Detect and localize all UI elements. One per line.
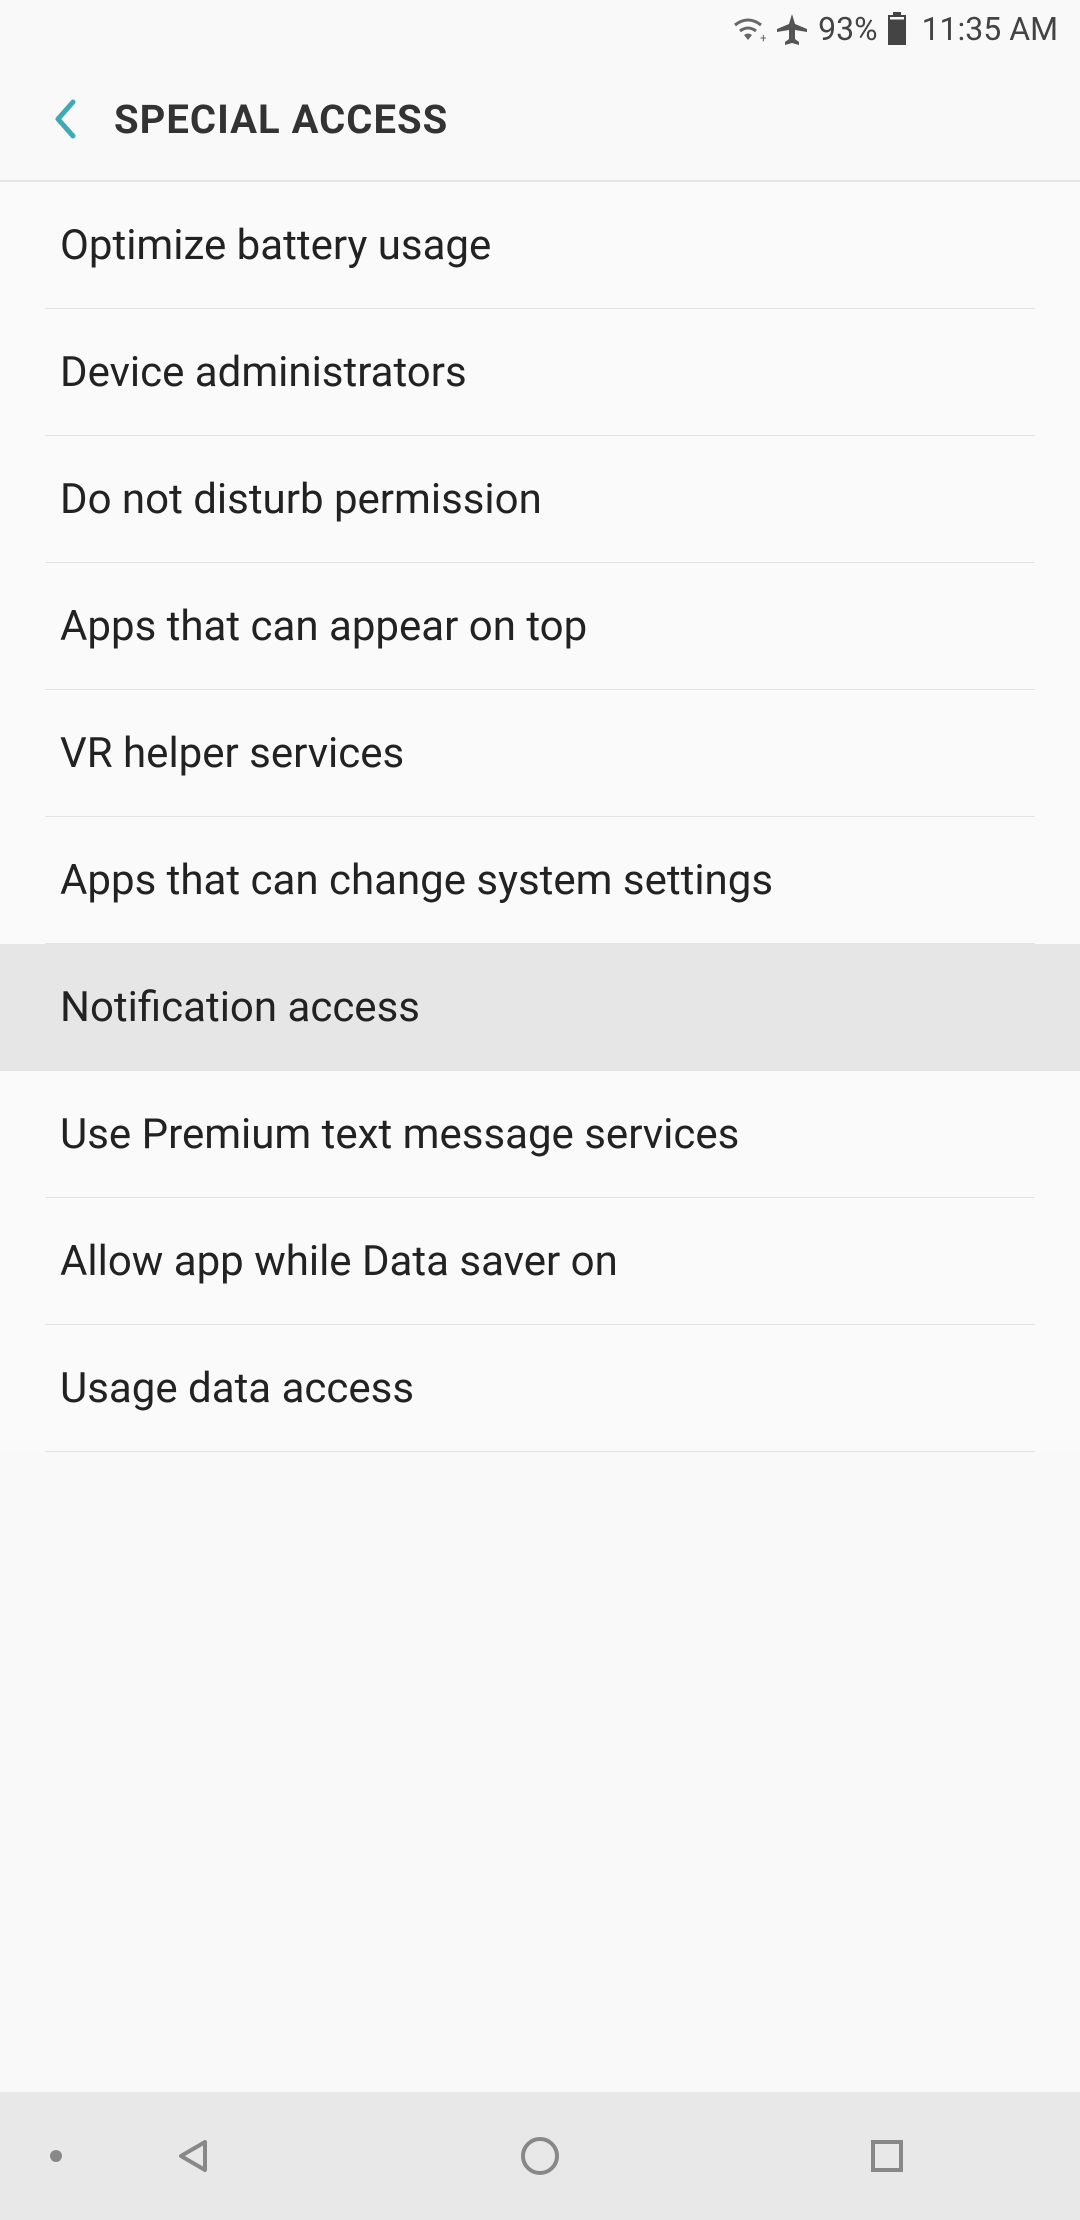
navigation-bar	[0, 2092, 1080, 2220]
item-label: Usage data access	[60, 1364, 414, 1413]
item-label: Allow app while Data saver on	[60, 1237, 618, 1286]
nav-home-button[interactable]	[505, 2121, 575, 2191]
list-item-vr-helper[interactable]: VR helper services	[0, 690, 1080, 817]
item-label: Apps that can appear on top	[60, 602, 587, 651]
list-item-apps-system-settings[interactable]: Apps that can change system settings	[0, 817, 1080, 944]
circle-home-icon	[518, 2134, 562, 2178]
item-label: Device administrators	[60, 348, 467, 397]
page-title: SPECIAL ACCESS	[114, 96, 448, 143]
app-header: SPECIAL ACCESS	[0, 58, 1080, 182]
list-item-optimize-battery[interactable]: Optimize battery usage	[0, 182, 1080, 309]
nav-dot-indicator	[50, 2150, 62, 2162]
svg-text:+: +	[760, 31, 766, 44]
item-label: Use Premium text message services	[60, 1110, 739, 1159]
list-item-device-administrators[interactable]: Device administrators	[0, 309, 1080, 436]
square-recents-icon	[867, 2136, 907, 2176]
item-label: Do not disturb permission	[60, 475, 542, 524]
back-button[interactable]	[36, 90, 94, 148]
battery-icon	[887, 12, 907, 46]
triangle-back-icon	[171, 2134, 215, 2178]
item-label: Optimize battery usage	[60, 221, 491, 270]
status-time: 11:35 AM	[922, 10, 1058, 48]
settings-list: Optimize battery usage Device administra…	[0, 182, 1080, 1452]
list-item-data-saver[interactable]: Allow app while Data saver on	[0, 1198, 1080, 1325]
list-item-notification-access[interactable]: Notification access	[0, 944, 1080, 1071]
chevron-left-icon	[52, 98, 78, 140]
item-label: Notification access	[60, 983, 420, 1032]
list-item-apps-on-top[interactable]: Apps that can appear on top	[0, 563, 1080, 690]
item-label: Apps that can change system settings	[60, 856, 773, 905]
airplane-icon	[775, 12, 809, 46]
item-label: VR helper services	[60, 729, 404, 778]
list-item-usage-data[interactable]: Usage data access	[0, 1325, 1080, 1452]
list-item-premium-sms[interactable]: Use Premium text message services	[0, 1071, 1080, 1198]
list-item-dnd-permission[interactable]: Do not disturb permission	[0, 436, 1080, 563]
wifi-icon: +	[730, 14, 766, 44]
nav-recents-button[interactable]	[852, 2121, 922, 2191]
battery-percentage: 93%	[818, 10, 877, 48]
nav-back-button[interactable]	[158, 2121, 228, 2191]
status-bar: + 93% 11:35 AM	[0, 0, 1080, 58]
